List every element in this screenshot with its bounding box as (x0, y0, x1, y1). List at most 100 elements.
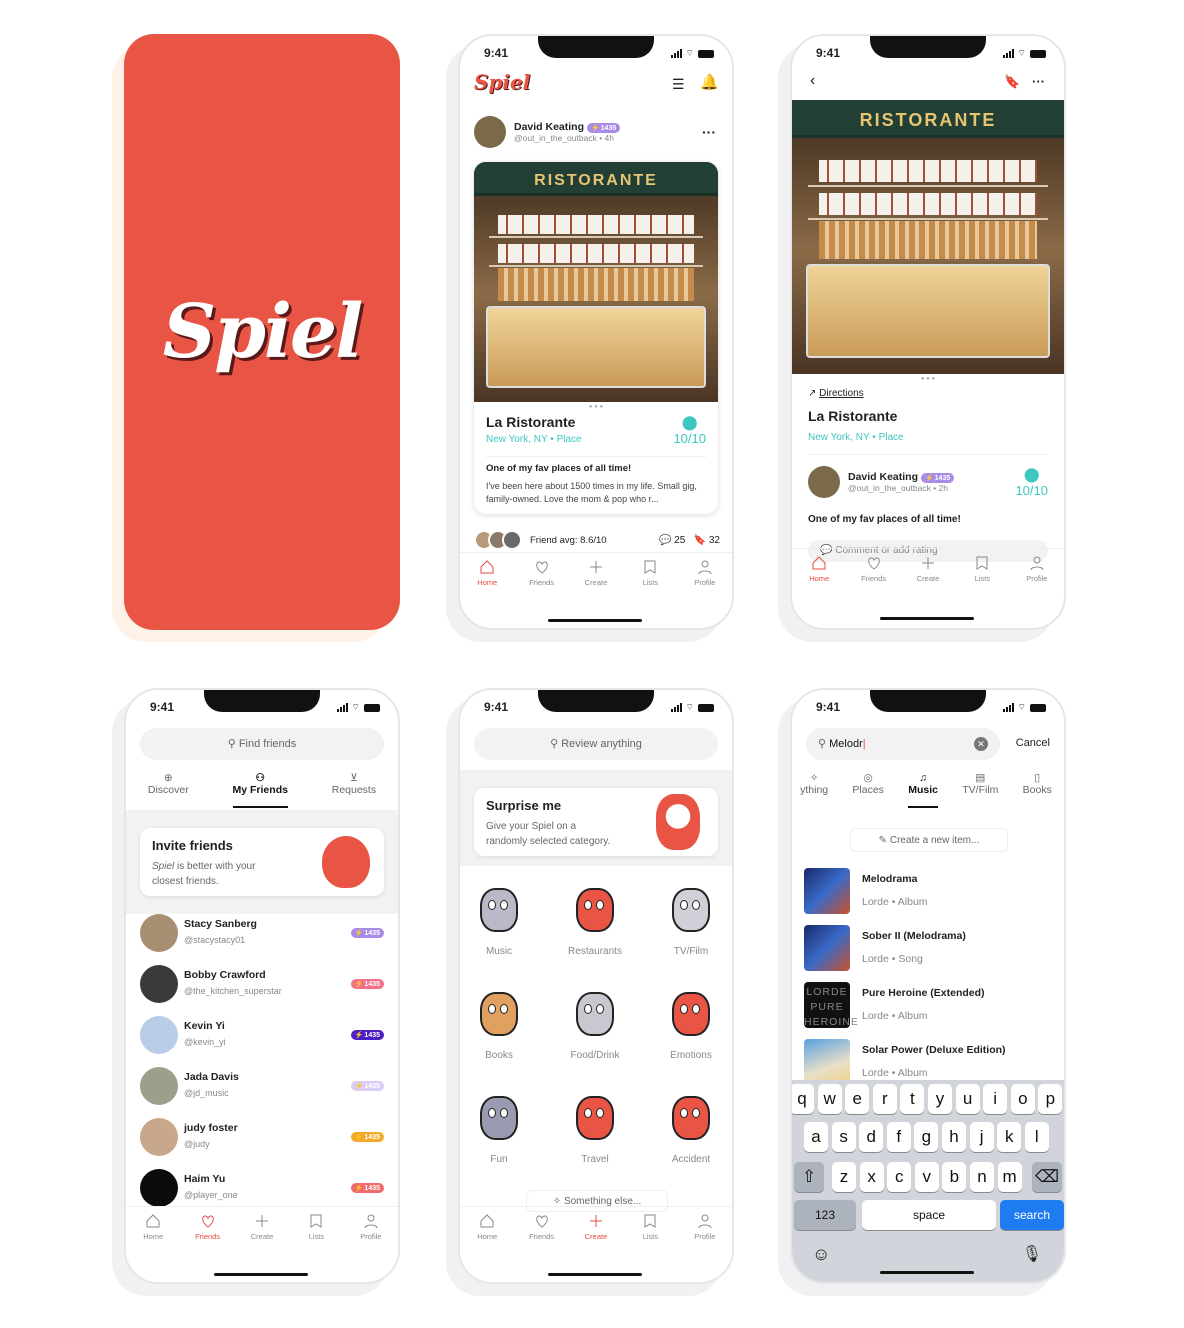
key-i[interactable]: i (983, 1084, 1008, 1114)
tab-lists[interactable]: Lists (623, 553, 677, 602)
key-p[interactable]: p (1038, 1084, 1063, 1114)
tab-home[interactable]: Home (460, 553, 514, 602)
category-travel[interactable]: Travel (550, 1090, 640, 1165)
key-y[interactable]: y (928, 1084, 952, 1114)
category-restaurants[interactable]: Restaurants (550, 882, 640, 957)
back-icon[interactable]: ‹ (810, 72, 815, 90)
category-tv-film[interactable]: TV/Film (646, 882, 732, 957)
tab-create[interactable]: Create (569, 1207, 623, 1256)
result-item[interactable]: Melodrama Lorde • Album (804, 868, 928, 914)
category-music[interactable]: Music (460, 882, 544, 957)
key-t[interactable]: t (900, 1084, 925, 1114)
result-item[interactable]: Sober II (Melodrama) Lorde • Song (804, 925, 966, 971)
category-accident[interactable]: Accident (646, 1090, 732, 1165)
tab-profile[interactable]: Profile (344, 1207, 398, 1256)
author-name[interactable]: David Keating (514, 121, 584, 133)
more-icon[interactable]: ··· (1032, 74, 1045, 89)
place-title[interactable]: La Ristorante (486, 414, 582, 430)
key-e[interactable]: e (845, 1084, 870, 1114)
tab-home[interactable]: Home (126, 1207, 180, 1256)
key-w[interactable]: w (817, 1084, 842, 1114)
key-b[interactable]: b (942, 1162, 967, 1192)
post-card[interactable]: RISTORANTE ● ● ● La Ristorante New York,… (474, 162, 718, 514)
friend-row[interactable]: Stacy Sanberg @stacystacy01 ⚡ 1435 (140, 912, 384, 954)
segment-requests[interactable]: ⊻ Requests (332, 772, 376, 808)
shift-key[interactable]: ⇧ (794, 1162, 824, 1192)
backspace-key[interactable]: ⌫ (1032, 1162, 1062, 1192)
filter-icon[interactable]: ☰ (672, 76, 685, 93)
tab-home[interactable]: Home (792, 549, 846, 598)
key-r[interactable]: r (872, 1084, 897, 1114)
friend-search-input[interactable]: ⚲ Find friends (140, 728, 384, 760)
bookmark-icon[interactable]: 🔖 (694, 535, 706, 546)
tab-create[interactable]: Create (901, 549, 955, 598)
key-m[interactable]: m (997, 1162, 1022, 1192)
tab-create[interactable]: Create (235, 1207, 289, 1256)
segment-my-friends[interactable]: ⚇ My Friends (232, 772, 288, 808)
segment-discover[interactable]: ⊕ Discover (148, 772, 189, 808)
key-n[interactable]: n (970, 1162, 994, 1192)
category-fun[interactable]: Fun (460, 1090, 544, 1165)
numbers-key[interactable]: 123 (794, 1200, 856, 1230)
microphone-icon[interactable]: 🎙 (1022, 1244, 1042, 1264)
key-z[interactable]: z (832, 1162, 856, 1192)
result-item[interactable]: Solar Power (Deluxe Edition) Lorde • Albu… (804, 1039, 1006, 1085)
comment-icon[interactable]: 💬 (659, 535, 671, 546)
surprise-me-card[interactable]: Surprise me Give your Spiel on a randomly… (474, 788, 718, 856)
cancel-button[interactable]: Cancel (1016, 737, 1050, 749)
emoji-icon[interactable]: ☺ (812, 1244, 830, 1265)
create-new-item-button[interactable]: ✎ Create a new item... (850, 828, 1008, 852)
avatar[interactable] (140, 1118, 178, 1156)
category-emotions[interactable]: Emotions (646, 986, 732, 1061)
tab-profile[interactable]: Profile (678, 1207, 732, 1256)
review-search-input[interactable]: ⚲ Review anything (474, 728, 718, 760)
avatar[interactable] (140, 965, 178, 1003)
category-books[interactable]: Books (460, 986, 544, 1061)
filter-music[interactable]: ♫ Music (908, 772, 938, 808)
friend-row[interactable]: Kevin Yi @kevin_yi ⚡ 1435 (140, 1014, 384, 1056)
avatar[interactable] (140, 1067, 178, 1105)
tab-profile[interactable]: Profile (678, 553, 732, 602)
space-key[interactable]: space (862, 1200, 996, 1230)
search-input[interactable]: ⚲ Melodr| ✕ (806, 728, 1000, 760)
key-h[interactable]: h (942, 1122, 966, 1152)
directions-link[interactable]: ↗ Directions (808, 388, 864, 399)
key-j[interactable]: j (969, 1122, 994, 1152)
key-q[interactable]: q (792, 1084, 814, 1114)
key-d[interactable]: d (859, 1122, 884, 1152)
bookmark-icon[interactable]: 🔖 (1004, 74, 1020, 90)
tab-profile[interactable]: Profile (1010, 549, 1064, 598)
key-c[interactable]: c (887, 1162, 912, 1192)
key-a[interactable]: a (804, 1122, 828, 1152)
invite-card[interactable]: Invite friends Spiel is better with your… (140, 828, 384, 896)
filter-books[interactable]: ▯ Books (1023, 772, 1052, 808)
tab-lists[interactable]: Lists (289, 1207, 343, 1256)
app-logo[interactable]: Spiel (474, 70, 530, 94)
bell-icon[interactable]: 🔔 (700, 73, 719, 91)
tab-friends[interactable]: Friends (180, 1207, 234, 1256)
clear-icon[interactable]: ✕ (974, 737, 988, 751)
search-key[interactable]: search (1000, 1200, 1064, 1230)
avatar[interactable] (808, 466, 840, 498)
filter-anything[interactable]: ✧ ything (800, 772, 828, 808)
tab-create[interactable]: Create (569, 553, 623, 602)
key-s[interactable]: s (831, 1122, 856, 1152)
tab-lists[interactable]: Lists (955, 549, 1009, 598)
avatar[interactable] (140, 1016, 178, 1054)
filter-places[interactable]: ◎ Places (852, 772, 884, 808)
key-v[interactable]: v (914, 1162, 939, 1192)
friend-row[interactable]: Haim Yu @player_one ⚡ 1435 (140, 1167, 384, 1209)
key-u[interactable]: u (955, 1084, 980, 1114)
key-o[interactable]: o (1010, 1084, 1035, 1114)
tab-friends[interactable]: Friends (846, 549, 900, 598)
author-name[interactable]: David Keating (848, 471, 918, 483)
filter-tvfilm[interactable]: ▤ TV/Film (962, 772, 998, 808)
avatar[interactable] (140, 1169, 178, 1207)
avatar[interactable] (140, 914, 178, 952)
key-k[interactable]: k (997, 1122, 1022, 1152)
friend-row[interactable]: Bobby Crawford @the_kitchen_superstar ⚡ 143… (140, 963, 384, 1005)
key-f[interactable]: f (886, 1122, 911, 1152)
key-l[interactable]: l (1024, 1122, 1049, 1152)
friend-row[interactable]: Jada Davis @jd_music ⚡ 1435 (140, 1065, 384, 1107)
key-g[interactable]: g (914, 1122, 939, 1152)
